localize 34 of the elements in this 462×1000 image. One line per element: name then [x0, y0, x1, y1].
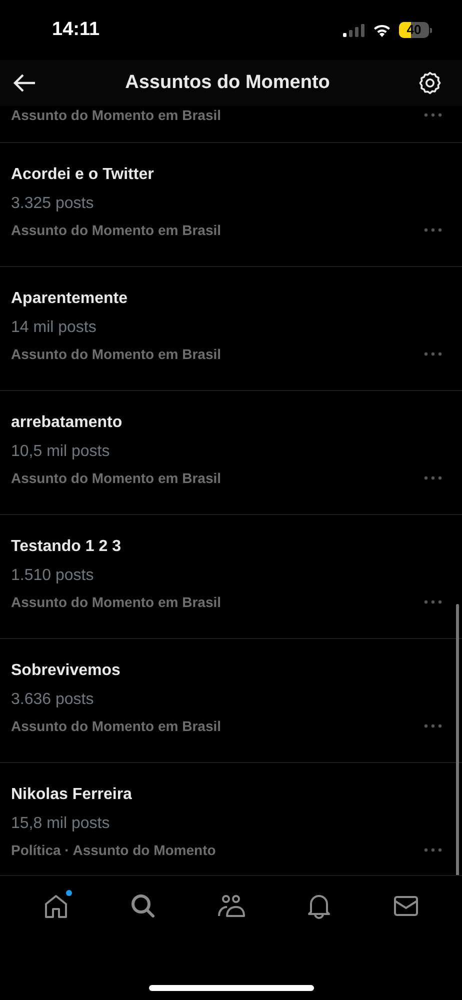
post-count: 3.636 posts — [11, 690, 95, 710]
trend-context: Assunto do Momento em Brasil — [11, 221, 222, 239]
signal-icon — [343, 24, 365, 36]
more-icon[interactable] — [424, 352, 442, 356]
more-icon[interactable] — [424, 228, 442, 232]
trend-title[interactable]: Acordei e o Twitter — [11, 165, 442, 185]
more-icon[interactable] — [424, 476, 442, 480]
trend-context: Assunto do Momento em Brasil — [11, 345, 222, 363]
search-icon[interactable] — [129, 892, 158, 920]
post-count: 15,8 mil posts — [11, 814, 111, 834]
trend-title[interactable]: arrebatamento — [11, 413, 442, 433]
trend-title[interactable]: Nikolas Ferreira — [11, 785, 442, 805]
more-icon[interactable] — [424, 600, 442, 604]
settings-icon[interactable] — [418, 71, 442, 95]
post-count: 1.510 posts — [11, 566, 95, 586]
post-count: 3.325 posts — [11, 194, 95, 214]
trend-title[interactable]: Aparentemente — [11, 289, 442, 309]
more-icon[interactable] — [424, 113, 442, 117]
trend-context: Política · Assunto do Momento — [11, 841, 216, 859]
trend-context: Assunto do Momento em Brasil — [11, 593, 222, 611]
trend-title[interactable]: Testando 1 2 3 — [11, 537, 442, 557]
post-count: 14 mil posts — [11, 318, 98, 338]
back-arrow-icon[interactable] — [13, 73, 37, 93]
wifi-icon — [373, 24, 391, 36]
post-count: 10,5 mil posts — [11, 442, 111, 462]
trend-context: Assunto do Momento em Brasil — [11, 469, 222, 487]
status-time: 14:11 — [52, 19, 100, 41]
trend-context: Assunto do Momento em Brasil — [11, 106, 222, 124]
trend-context: Assunto do Momento em Brasil — [11, 717, 222, 735]
more-icon[interactable] — [424, 848, 442, 852]
more-icon[interactable] — [424, 724, 442, 728]
people-icon[interactable] — [216, 892, 245, 920]
page-title: Assuntos do Momento — [125, 72, 330, 94]
trend-title[interactable]: Sobrevivemos — [11, 661, 442, 681]
